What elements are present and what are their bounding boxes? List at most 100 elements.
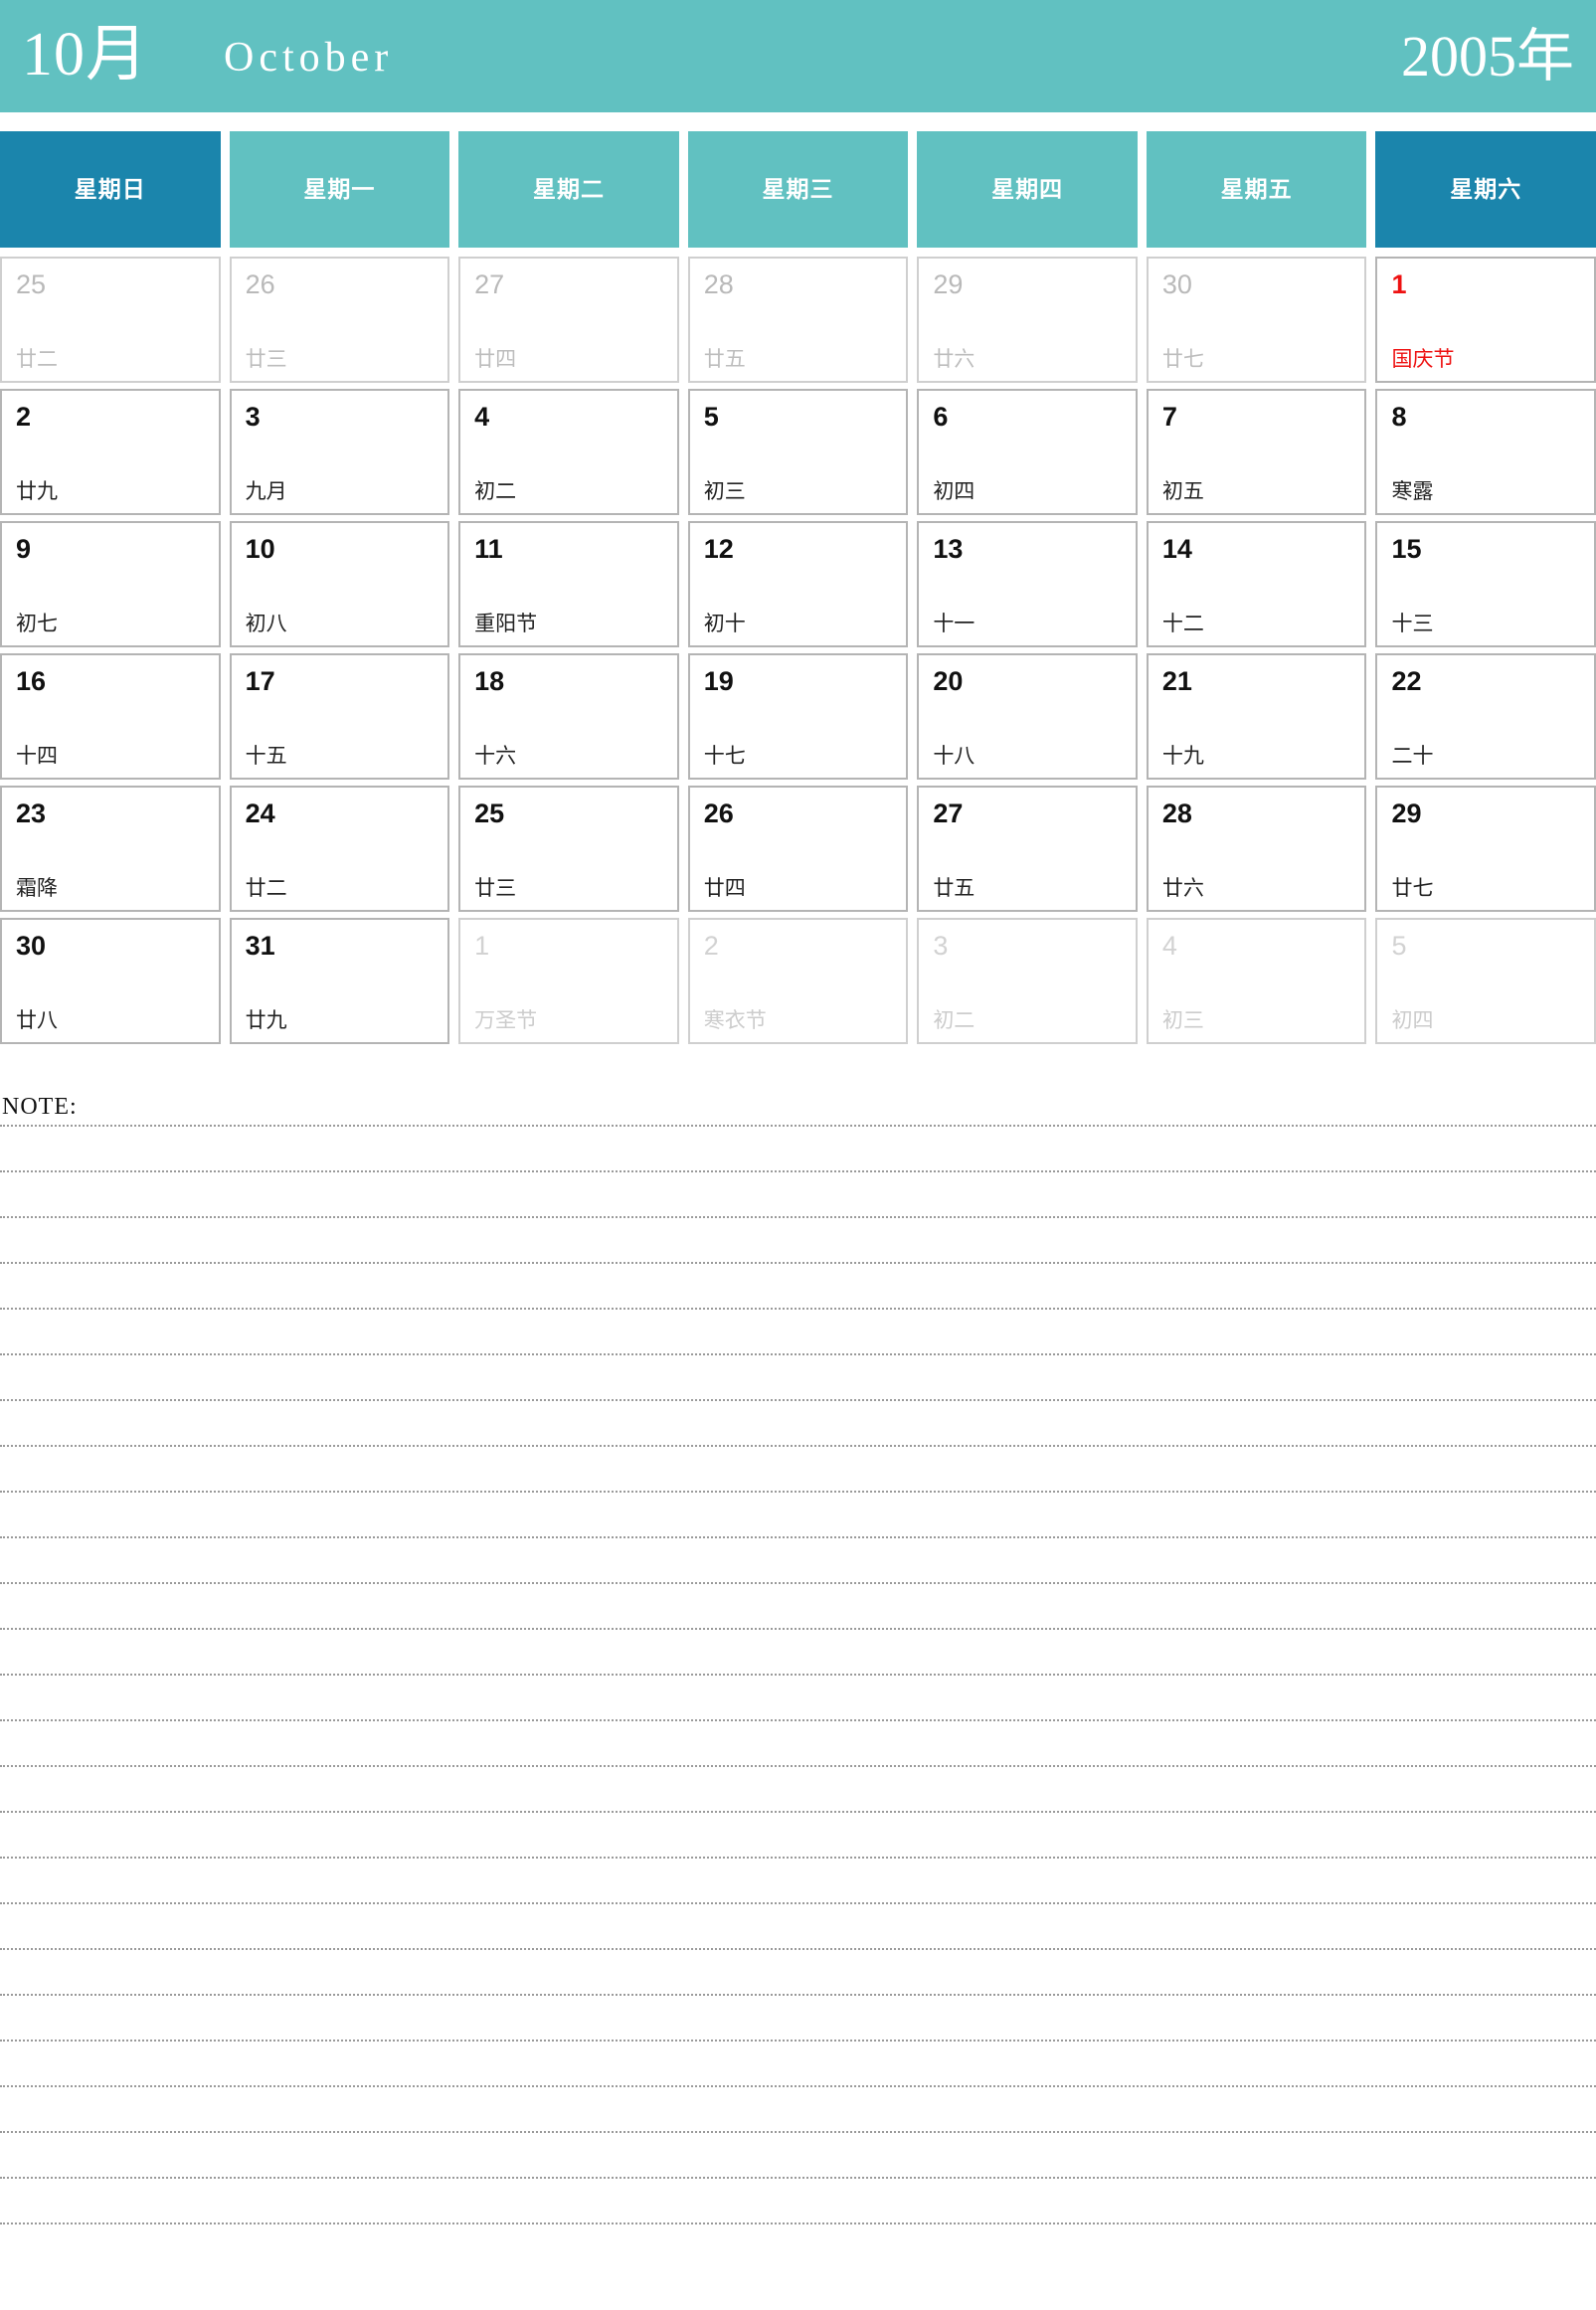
calendar-day-cell[interactable]: 25 廿二 — [0, 257, 221, 383]
note-line[interactable] — [0, 1353, 1596, 1355]
calendar-day-cell[interactable]: 4 初二 — [458, 389, 679, 515]
calendar-day-cell[interactable]: 2 寒衣节 — [687, 918, 909, 1044]
calendar-day-cell[interactable]: 5 初三 — [687, 389, 909, 515]
note-line[interactable] — [0, 1170, 1596, 1172]
note-line[interactable] — [0, 1994, 1596, 1996]
day-number: 22 — [1391, 666, 1422, 696]
lunar-label: 廿八 — [16, 1008, 58, 1032]
calendar-day-cell[interactable]: 3 九月 — [229, 389, 450, 515]
calendar-day-cell[interactable]: 6 初四 — [917, 389, 1138, 515]
calendar-day-cell[interactable]: 19 十七 — [687, 653, 909, 780]
calendar-day-cell[interactable]: 2 廿九 — [0, 389, 221, 515]
lunar-label: 廿九 — [16, 479, 58, 503]
day-number: 26 — [703, 799, 734, 828]
lunar-label: 初十 — [703, 612, 746, 635]
calendar-header-banner: 10月 October 2005年 — [0, 0, 1596, 112]
calendar-day-cell[interactable]: 23 霜降 — [0, 786, 221, 912]
calendar-week-row: 23 霜降 24 廿二 25 廿三 26 廿四 27 廿五 28 廿六 29 廿七 — [0, 786, 1596, 912]
note-line[interactable] — [0, 1582, 1596, 1584]
day-number: 28 — [703, 269, 734, 299]
calendar-day-cell[interactable]: 30 廿七 — [1146, 257, 1367, 383]
calendar-day-cell[interactable]: 28 廿五 — [687, 257, 909, 383]
calendar-day-cell[interactable]: 10 初八 — [229, 521, 450, 647]
day-number: 5 — [703, 402, 719, 432]
note-line[interactable] — [0, 1125, 1596, 1127]
day-number: 4 — [1161, 931, 1177, 961]
lunar-label: 重阳节 — [474, 612, 538, 635]
day-number: 6 — [933, 402, 949, 432]
calendar-day-cell[interactable]: 4 初三 — [1146, 918, 1367, 1044]
note-line[interactable] — [0, 2222, 1596, 2224]
calendar-day-cell[interactable]: 16 十四 — [0, 653, 221, 780]
lunar-label: 初七 — [16, 612, 58, 635]
note-line[interactable] — [0, 1216, 1596, 1218]
note-label: NOTE: — [2, 1094, 78, 1120]
weekday-label: 星期三 — [762, 175, 834, 202]
calendar-day-cell[interactable]: 13 十一 — [917, 521, 1138, 647]
calendar-day-cell[interactable]: 26 廿三 — [229, 257, 450, 383]
day-number: 3 — [933, 931, 949, 961]
note-line[interactable] — [0, 1628, 1596, 1630]
calendar-day-cell[interactable]: 3 初二 — [917, 918, 1138, 1044]
calendar-day-cell[interactable]: 20 十八 — [917, 653, 1138, 780]
calendar-day-cell[interactable]: 1 国庆节 — [1375, 257, 1596, 383]
calendar-day-cell[interactable]: 28 廿六 — [1146, 786, 1367, 912]
calendar-day-cell[interactable]: 9 初七 — [0, 521, 221, 647]
calendar-day-cell[interactable]: 29 廿七 — [1375, 786, 1596, 912]
calendar-day-cell[interactable]: 31 廿九 — [229, 918, 450, 1044]
note-line[interactable] — [0, 1491, 1596, 1493]
calendar-day-cell[interactable]: 18 十六 — [458, 653, 679, 780]
note-line[interactable] — [0, 1308, 1596, 1310]
note-line[interactable] — [0, 2040, 1596, 2042]
note-line[interactable] — [0, 1811, 1596, 1813]
calendar-day-cell[interactable]: 27 廿五 — [917, 786, 1138, 912]
note-line[interactable] — [0, 1765, 1596, 1767]
calendar-day-cell[interactable]: 5 初四 — [1375, 918, 1596, 1044]
note-line[interactable] — [0, 1536, 1596, 1538]
calendar-day-cell[interactable]: 30 廿八 — [0, 918, 221, 1044]
lunar-label: 廿四 — [474, 347, 517, 371]
note-lines[interactable] — [0, 1125, 1596, 2268]
day-number: 15 — [1391, 534, 1422, 564]
calendar-day-cell[interactable]: 1 万圣节 — [458, 918, 679, 1044]
lunar-label: 十五 — [245, 744, 287, 768]
calendar-day-cell[interactable]: 14 十二 — [1146, 521, 1367, 647]
calendar-week-row: 25 廿二 26 廿三 27 廿四 28 廿五 29 廿六 30 廿七 1 国庆节 — [0, 257, 1596, 383]
note-line[interactable] — [0, 1948, 1596, 1950]
year-title: 2005年 — [1400, 24, 1574, 89]
calendar-day-cell[interactable]: 27 廿四 — [458, 257, 679, 383]
weekday-label: 星期五 — [1220, 175, 1293, 202]
calendar-week-row: 16 十四 17 十五 18 十六 19 十七 20 十八 21 十九 22 二十 — [0, 653, 1596, 780]
calendar-day-cell[interactable]: 21 十九 — [1146, 653, 1367, 780]
note-line[interactable] — [0, 2177, 1596, 2179]
note-line[interactable] — [0, 2085, 1596, 2087]
calendar-day-cell[interactable]: 12 初十 — [687, 521, 909, 647]
note-line[interactable] — [0, 1857, 1596, 1859]
day-number: 26 — [245, 269, 275, 299]
note-line[interactable] — [0, 1902, 1596, 1904]
lunar-label: 十一 — [933, 612, 975, 635]
note-line[interactable] — [0, 1262, 1596, 1264]
note-line[interactable] — [0, 2131, 1596, 2133]
calendar-day-cell[interactable]: 25 廿三 — [458, 786, 679, 912]
calendar-day-cell[interactable]: 8 寒露 — [1375, 389, 1596, 515]
weekday-label: 星期二 — [532, 175, 605, 202]
calendar-day-cell[interactable]: 7 初五 — [1146, 389, 1367, 515]
calendar-day-cell[interactable]: 15 十三 — [1375, 521, 1596, 647]
day-number: 8 — [1391, 402, 1407, 432]
note-line[interactable] — [0, 1719, 1596, 1721]
calendar-day-cell[interactable]: 11 重阳节 — [458, 521, 679, 647]
lunar-label: 初二 — [933, 1008, 975, 1032]
calendar-day-cell[interactable]: 24 廿二 — [229, 786, 450, 912]
day-number: 13 — [933, 534, 964, 564]
note-line[interactable] — [0, 1445, 1596, 1447]
weekday-header-3: 星期三 — [687, 131, 909, 248]
day-number: 12 — [703, 534, 734, 564]
calendar-day-cell[interactable]: 17 十五 — [229, 653, 450, 780]
calendar-day-cell[interactable]: 29 廿六 — [917, 257, 1138, 383]
note-line[interactable] — [0, 1399, 1596, 1401]
lunar-label: 霜降 — [16, 876, 58, 900]
note-line[interactable] — [0, 1674, 1596, 1676]
calendar-day-cell[interactable]: 26 廿四 — [687, 786, 909, 912]
calendar-day-cell[interactable]: 22 二十 — [1375, 653, 1596, 780]
